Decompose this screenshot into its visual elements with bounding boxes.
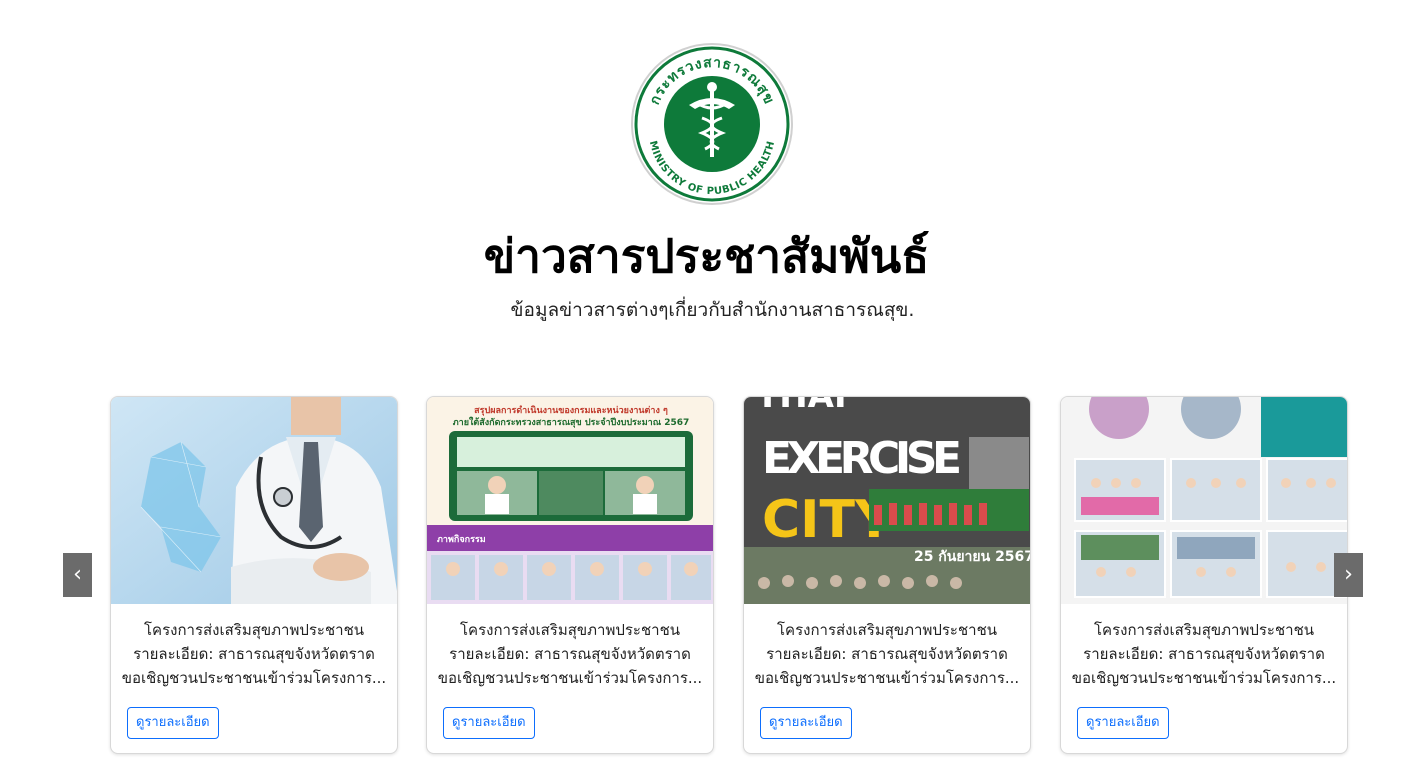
- card-detail-truncated: ขอเชิญชวนประชาชนเข้าร่วมโครงการ...: [754, 669, 1020, 687]
- view-details-button[interactable]: ดูรายละเอียด: [127, 707, 219, 739]
- news-card: โครงการส่งเสริมสุขภาพประชาชน รายละเอียด:…: [1060, 396, 1348, 754]
- card-description: โครงการส่งเสริมสุขภาพประชาชน รายละเอียด:…: [437, 618, 703, 690]
- card-description: โครงการส่งเสริมสุขภาพประชาชน รายละเอียด:…: [754, 618, 1020, 690]
- card-image-doctor: [111, 397, 397, 604]
- image-word-exercise: EXERCISE: [762, 433, 962, 484]
- card-title: โครงการส่งเสริมสุขภาพประชาชน: [143, 621, 365, 639]
- news-card: โครงการส่งเสริมสุขภาพประชาชน รายละเอียด:…: [110, 396, 398, 754]
- image-headline-1: สรุปผลการดำเนินงานของกรมและหน่วยงานต่าง …: [474, 405, 668, 416]
- card-detail-truncated: ขอเชิญชวนประชาชนเข้าร่วมโครงการ...: [1071, 669, 1337, 687]
- card-detail-truncated: ขอเชิญชวนประชาชนเข้าร่วมโครงการ...: [437, 669, 703, 687]
- image-banner: ภาพกิจกรรม: [437, 534, 486, 545]
- news-card: สรุปผลการดำเนินงานของกรมและหน่วยงานต่าง …: [426, 396, 714, 754]
- chevron-left-icon: ‹: [73, 562, 82, 587]
- view-details-button[interactable]: ดูรายละเอียด: [443, 707, 535, 739]
- news-carousel: โครงการส่งเสริมสุขภาพประชาชน รายละเอียด:…: [0, 396, 1413, 762]
- card-detail-truncated: ขอเชิญชวนประชาชนเข้าร่วมโครงการ...: [121, 669, 387, 687]
- view-details-button[interactable]: ดูรายละเอียด: [1077, 707, 1169, 739]
- page-subtitle: ข้อมูลข่าวสารต่างๆเกี่ยวกับสำนักงานสาธาร…: [510, 299, 915, 321]
- card-detail: รายละเอียด: สาธารณสุขจังหวัดตราด: [449, 645, 691, 663]
- image-word-thai: THAI: [756, 397, 847, 416]
- chevron-right-icon: ›: [1344, 562, 1353, 587]
- card-image-exercise-city: THAI EXERCISE CITY 25 กันยายน 2567: [744, 397, 1031, 604]
- card-title: โครงการส่งเสริมสุขภาพประชาชน: [1093, 621, 1315, 639]
- view-details-button[interactable]: ดูรายละเอียด: [760, 707, 852, 739]
- carousel-next-button[interactable]: ›: [1334, 553, 1363, 597]
- carousel-prev-button[interactable]: ‹: [63, 553, 92, 597]
- page-title: ข่าวสารประชาสัมพันธ์: [483, 229, 930, 283]
- card-description: โครงการส่งเสริมสุขภาพประชาชน รายละเอียด:…: [121, 618, 387, 690]
- image-date: 25 กันยายน 2567: [914, 549, 1031, 565]
- card-detail: รายละเอียด: สาธารณสุขจังหวัดตราด: [133, 645, 375, 663]
- card-description: โครงการส่งเสริมสุขภาพประชาชน รายละเอียด:…: [1071, 618, 1337, 690]
- card-detail: รายละเอียด: สาธารณสุขจังหวัดตราด: [766, 645, 1008, 663]
- ministry-logo: กระทรวงสาธารณสุข MINISTRY OF PUBLIC HEAL…: [627, 43, 797, 205]
- card-title: โครงการส่งเสริมสุขภาพประชาชน: [459, 621, 681, 639]
- card-image-photo-collage: [1061, 397, 1347, 604]
- card-title: โครงการส่งเสริมสุขภาพประชาชน: [776, 621, 998, 639]
- card-image-summary-report: สรุปผลการดำเนินงานของกรมและหน่วยงานต่าง …: [427, 397, 713, 604]
- news-card: THAI EXERCISE CITY 25 กันยายน 2567: [743, 396, 1031, 754]
- image-headline-2: ภายใต้สังกัดกระทรวงสาธารณสุข ประจำปีงบปร…: [453, 416, 690, 428]
- card-detail: รายละเอียด: สาธารณสุขจังหวัดตราด: [1083, 645, 1325, 663]
